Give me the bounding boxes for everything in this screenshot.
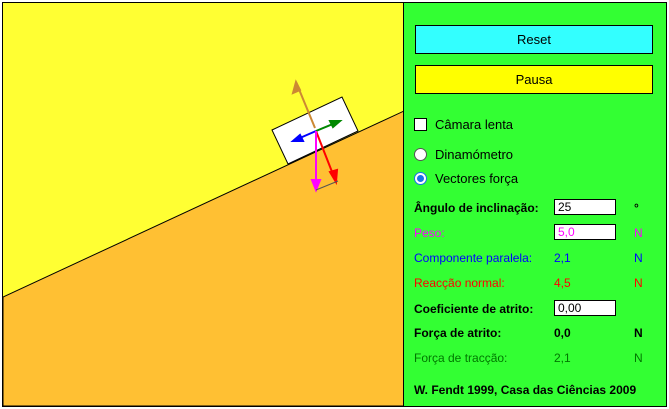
weight-label: Peso: xyxy=(414,226,445,240)
traction-force-row: Força de tracção: 2,1 N xyxy=(414,349,654,367)
angle-row: Ângulo de inclinação: ° xyxy=(414,199,654,217)
parallel-label: Componente paralela: xyxy=(414,251,533,265)
slow-motion-label: Câmara lenta xyxy=(435,117,514,132)
normal-label: Reacção normal: xyxy=(414,276,505,290)
friction-force-label: Força de atrito: xyxy=(414,326,502,340)
friction-force-row: Força de atrito: 0,0 N xyxy=(414,324,654,342)
friction-coef-input[interactable] xyxy=(554,300,616,316)
slow-motion-checkbox[interactable] xyxy=(414,118,427,131)
weight-row: Peso: N xyxy=(414,224,654,242)
friction-coef-row: Coeficiente de atrito: xyxy=(414,300,654,318)
reset-button[interactable]: Reset xyxy=(415,25,653,54)
angle-input[interactable] xyxy=(554,199,616,215)
angle-unit: ° xyxy=(634,201,639,215)
credits-text: W. Fendt 1999, Casa das Ciências 2009 xyxy=(414,383,637,397)
force-vectors-radio[interactable] xyxy=(414,172,427,185)
traction-force-value: 2,1 xyxy=(554,351,571,365)
friction-force-value: 0,0 xyxy=(554,326,571,340)
weight-unit: N xyxy=(634,226,643,240)
control-panel: Reset Pausa Câmara lenta Dinamómetro Vec… xyxy=(403,2,667,407)
normal-value: 4,5 xyxy=(554,276,571,290)
pause-button[interactable]: Pausa xyxy=(415,65,653,94)
traction-force-unit: N xyxy=(634,351,643,365)
parallel-unit: N xyxy=(634,251,643,265)
slow-motion-option[interactable]: Câmara lenta xyxy=(414,117,513,132)
normal-row: Reacção normal: 4,5 N xyxy=(414,274,654,292)
traction-force-label: Força de tracção: xyxy=(414,351,508,365)
friction-force-unit: N xyxy=(634,326,643,340)
incline-scene xyxy=(3,3,404,406)
dynamometer-label: Dinamómetro xyxy=(435,147,514,162)
normal-unit: N xyxy=(634,276,643,290)
force-vectors-option[interactable]: Vectores força xyxy=(414,171,518,186)
parallel-value: 2,1 xyxy=(554,251,571,265)
parallel-row: Componente paralela: 2,1 N xyxy=(414,249,654,267)
simulation-canvas xyxy=(2,2,405,407)
weight-input[interactable] xyxy=(554,224,616,240)
force-vectors-label: Vectores força xyxy=(435,171,519,186)
dynamometer-radio[interactable] xyxy=(414,148,427,161)
angle-label: Ângulo de inclinação: xyxy=(414,201,539,215)
dynamometer-option[interactable]: Dinamómetro xyxy=(414,147,513,162)
friction-coef-label: Coeficiente de atrito: xyxy=(414,302,534,316)
